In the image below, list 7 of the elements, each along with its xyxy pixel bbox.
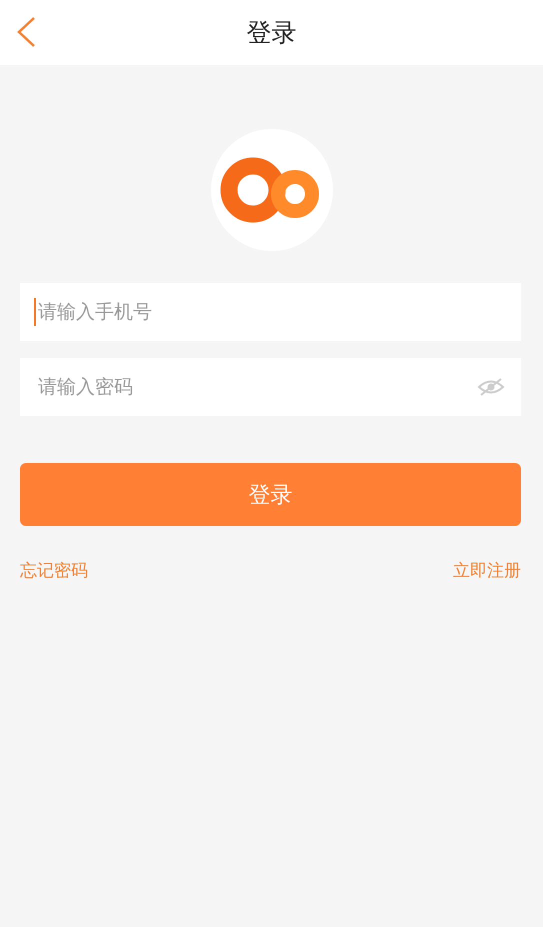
hidden-eye-icon[interactable]	[477, 378, 505, 396]
text-link[interactable]: 忘记密码	[20, 559, 88, 582]
page-title: 登录	[246, 17, 296, 49]
password-field[interactable]: 请输入密码	[20, 358, 521, 416]
text-link[interactable]: 立即注册	[453, 559, 521, 582]
login-button[interactable]: 登录	[20, 463, 521, 526]
phone-field[interactable]: 请输入手机号	[20, 283, 521, 341]
